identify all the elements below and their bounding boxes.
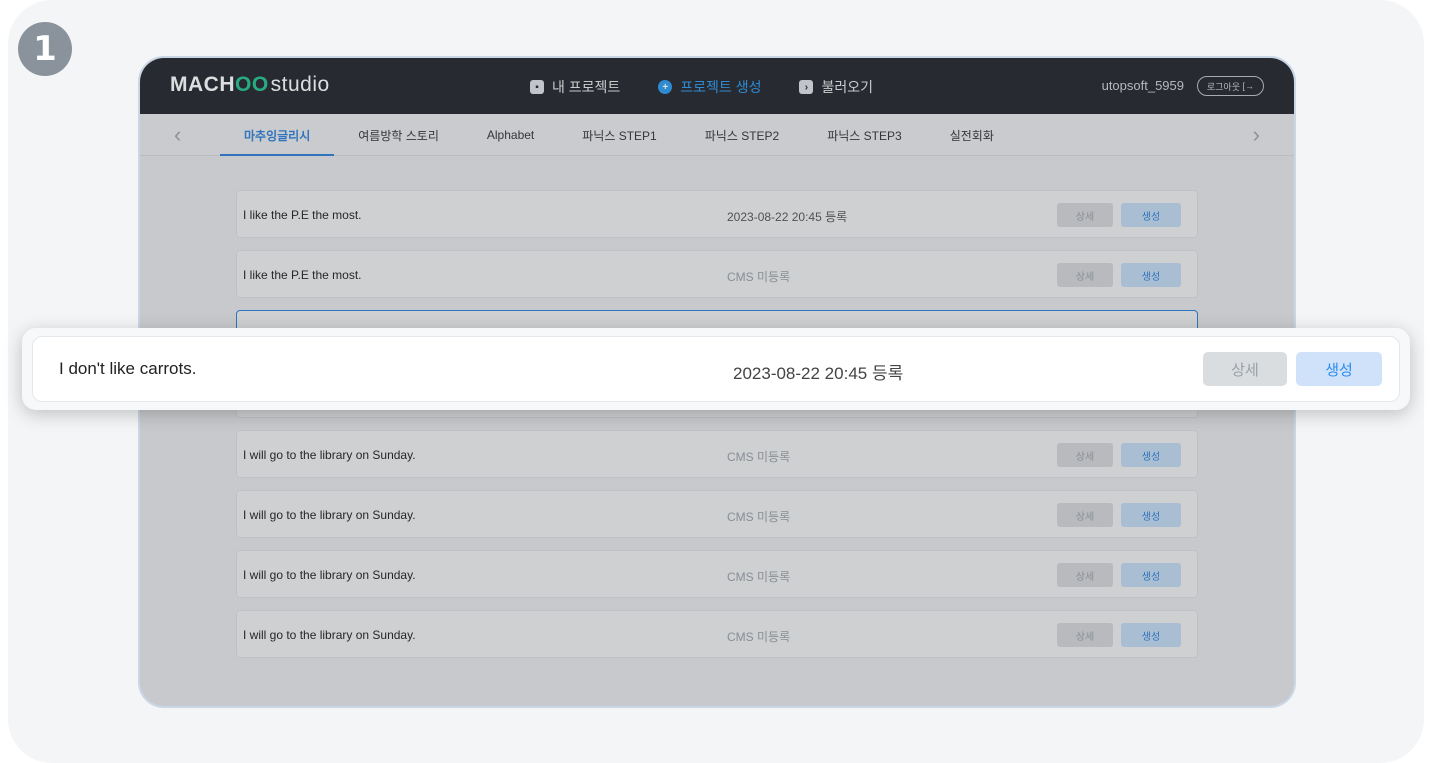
import-icon: › [799,80,814,94]
list-item-title: I like the P.E the most. [243,268,362,282]
list-item-status: CMS 미등록 [727,270,791,284]
zoomed-create-button[interactable]: 생성 [1296,352,1382,386]
detail-button[interactable]: 상세 [1057,623,1113,647]
list-item-title: I will go to the library on Sunday. [243,448,416,462]
list-item-title: I will go to the library on Sunday. [243,568,416,582]
category-tabs: 마추잉글리시 여름방학 스토리 Alphabet 파닉스 STEP1 파닉스 S… [220,114,1018,156]
create-button[interactable]: 생성 [1121,623,1181,647]
tab-alphabet[interactable]: Alphabet [463,114,558,156]
detail-button[interactable]: 상세 [1057,443,1113,467]
chevron-left-icon[interactable]: ‹ [174,122,181,148]
top-navigation-bar: MACHOOstudio ▪ 내 프로젝트 + 프로젝트 생성 › 불러오기 u… [140,58,1294,114]
list-item[interactable]: I like the P.E the most. 2023-08-22 20:4… [236,190,1198,238]
detail-button[interactable]: 상세 [1057,563,1113,587]
tab-summer-story[interactable]: 여름방학 스토리 [334,114,463,156]
nav-import[interactable]: › 불러오기 [799,77,873,97]
zoomed-item-title: I don't like carrots. [59,359,197,378]
logo-oo: OO [235,73,269,96]
category-tab-bar: ‹ 마추잉글리시 여름방학 스토리 Alphabet 파닉스 STEP1 파닉스… [140,114,1294,156]
step-number-badge: 1 [18,22,72,76]
logout-button[interactable]: 로그아웃 [→ [1196,76,1264,96]
nav-import-label: 불러오기 [821,79,873,95]
zoomed-list-item-callout: I don't like carrots. 2023-08-22 20:45 등… [22,328,1410,410]
nav-create-project[interactable]: + 프로젝트 생성 [658,77,761,97]
list-item-status: CMS 미등록 [727,510,791,524]
tab-machoo-english[interactable]: 마추잉글리시 [220,114,335,156]
main-nav: ▪ 내 프로젝트 + 프로젝트 생성 › 불러오기 [530,77,873,97]
list-item[interactable]: I will go to the library on Sunday. CMS … [236,490,1198,538]
detail-button[interactable]: 상세 [1057,503,1113,527]
nav-my-projects-label: 내 프로젝트 [552,79,621,95]
list-item-title: I will go to the library on Sunday. [243,628,416,642]
create-button[interactable]: 생성 [1121,503,1181,527]
logo-suffix: studio [270,73,330,96]
create-button[interactable]: 생성 [1121,203,1181,227]
zoomed-item-status: 2023-08-22 20:45 등록 [733,364,904,383]
tab-practical-conversation[interactable]: 실전회화 [926,114,1018,156]
chevron-right-icon[interactable]: › [1253,122,1260,148]
list-item-title: I like the P.E the most. [243,208,362,222]
list-item-status: CMS 미등록 [727,450,791,464]
logout-label: 로그아웃 [1206,81,1240,92]
list-item-status: 2023-08-22 20:45 등록 [727,210,848,224]
zoomed-list-item[interactable]: I don't like carrots. 2023-08-22 20:45 등… [32,336,1400,402]
user-name: utopsoft_5959 [1101,78,1184,93]
logout-icon: [→ [1239,81,1254,91]
zoomed-detail-button[interactable]: 상세 [1203,352,1287,386]
list-item-title: I will go to the library on Sunday. [243,508,416,522]
detail-button[interactable]: 상세 [1057,263,1113,287]
list-item[interactable]: I will go to the library on Sunday. CMS … [236,550,1198,598]
list-item[interactable]: I will go to the library on Sunday. CMS … [236,610,1198,658]
tab-phonics-step1[interactable]: 파닉스 STEP1 [558,114,680,156]
tab-phonics-step3[interactable]: 파닉스 STEP3 [803,114,925,156]
folder-icon: ▪ [530,80,544,94]
create-button[interactable]: 생성 [1121,263,1181,287]
logo-prefix: MACH [170,73,235,96]
nav-my-projects[interactable]: ▪ 내 프로젝트 [530,77,620,97]
plus-circle-icon: + [658,80,673,94]
list-item[interactable]: I like the P.E the most. CMS 미등록 상세 생성 [236,250,1198,298]
project-list: I like the P.E the most. 2023-08-22 20:4… [236,190,1198,670]
nav-create-project-label: 프로젝트 생성 [680,79,762,95]
list-item[interactable]: I will go to the library on Sunday. CMS … [236,430,1198,478]
list-item-status: CMS 미등록 [727,570,791,584]
tab-phonics-step2[interactable]: 파닉스 STEP2 [681,114,803,156]
create-button[interactable]: 생성 [1121,443,1181,467]
create-button[interactable]: 생성 [1121,563,1181,587]
detail-button[interactable]: 상세 [1057,203,1113,227]
app-logo[interactable]: MACHOOstudio [170,73,330,97]
list-item-status: CMS 미등록 [727,630,791,644]
